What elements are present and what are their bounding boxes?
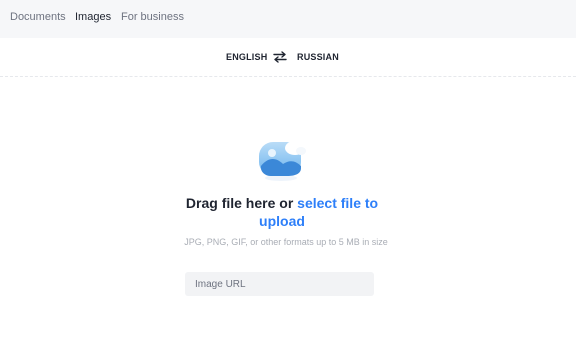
target-language-button[interactable]: RUSSIAN: [297, 52, 339, 63]
top-navigation: Documents Images For business: [0, 0, 576, 38]
source-language-button[interactable]: ENGLISH: [226, 52, 267, 63]
language-bar: ENGLISH RUSSIAN: [0, 38, 576, 77]
tab-documents[interactable]: Documents: [10, 10, 66, 24]
drag-text: Drag file here or: [185, 195, 294, 211]
format-hint: JPG, PNG, GIF, or other formats up to 5 …: [184, 237, 388, 247]
translator-page: Documents Images For business ENGLISH RU…: [0, 0, 576, 356]
image-upload-icon: [259, 141, 306, 181]
swap-arrows-icon[interactable]: [273, 51, 287, 63]
drag-drop-instructions: Drag file here or select file to upload: [170, 194, 394, 230]
tab-for-business[interactable]: For business: [121, 10, 184, 24]
tab-images[interactable]: Images: [75, 10, 111, 24]
image-url-input[interactable]: [185, 272, 374, 296]
